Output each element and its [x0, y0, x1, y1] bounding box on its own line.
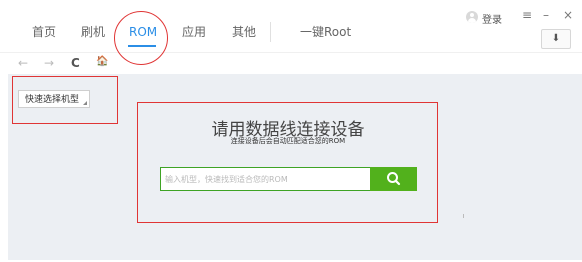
tab-other[interactable]: 其他 — [232, 24, 256, 40]
refresh-icon[interactable]: C — [71, 56, 80, 70]
divider-mark — [463, 214, 464, 218]
search-button[interactable] — [370, 167, 417, 191]
tab-apps[interactable]: 应用 — [182, 24, 206, 40]
connect-device-subheading: 连接设备后会自动匹配适合您的ROM — [230, 137, 346, 145]
back-icon[interactable]: ← — [18, 56, 28, 70]
active-tab-indicator — [128, 45, 156, 47]
download-button[interactable]: ⬇ — [541, 29, 571, 49]
search-icon — [387, 172, 401, 186]
tab-one-click-root[interactable]: 一键Root — [300, 24, 351, 40]
user-avatar-icon[interactable] — [466, 11, 478, 23]
nav-divider — [270, 22, 271, 42]
minimize-icon[interactable]: – — [543, 8, 549, 22]
model-search-input[interactable] — [160, 167, 370, 191]
model-select-dropdown[interactable]: 快速选择机型 — [18, 90, 90, 108]
tab-flash[interactable]: 刷机 — [81, 24, 105, 40]
tab-home[interactable]: 首页 — [32, 24, 56, 40]
forward-icon[interactable]: → — [44, 56, 54, 70]
menu-icon[interactable]: ≡ — [522, 8, 532, 22]
home-icon[interactable]: 🏠 — [96, 56, 108, 67]
browser-toolbar: ← → C 🏠 — [0, 52, 582, 75]
tab-rom[interactable]: ROM — [129, 24, 157, 40]
login-link[interactable]: 登录 — [482, 11, 502, 26]
close-icon[interactable]: × — [563, 8, 573, 22]
top-nav: 首页 刷机 ROM 应用 其他 一键Root 登录 ≡ – × ⬇ — [0, 0, 582, 52]
download-icon: ⬇ — [551, 33, 561, 44]
